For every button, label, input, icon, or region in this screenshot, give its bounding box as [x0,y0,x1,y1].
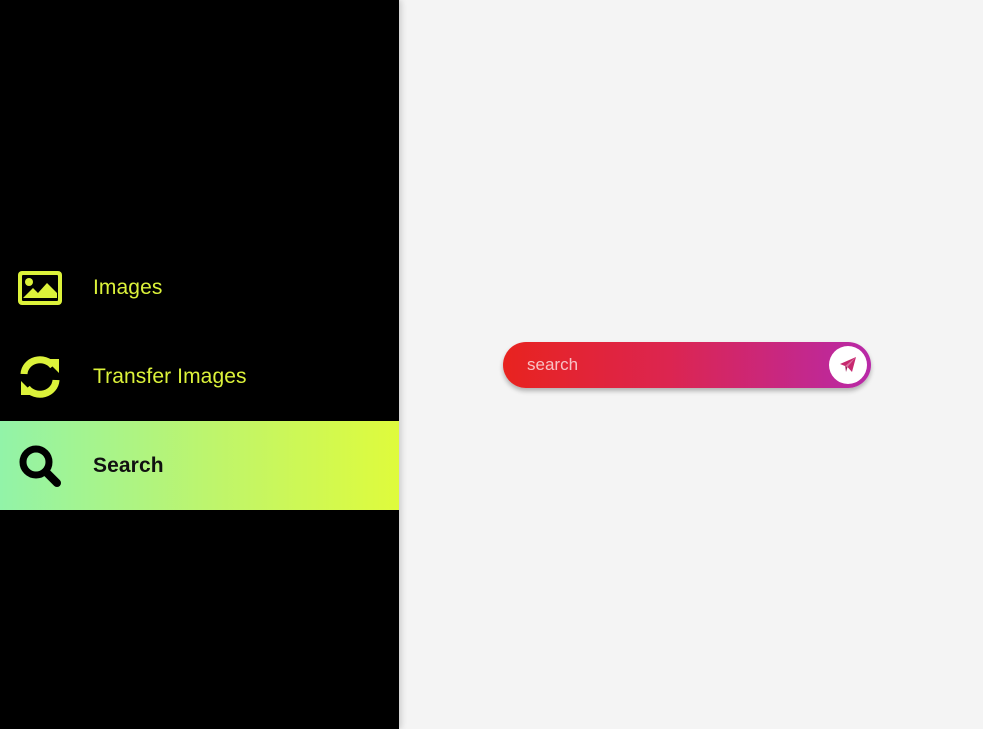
refresh-icon [18,355,62,399]
sidebar-item-label: Images [93,275,163,299]
sidebar-item-label: Transfer Images [93,364,247,388]
search-icon [18,444,62,488]
sidebar-item-label: Search [93,453,164,477]
sidebar-item-images[interactable]: Images [0,243,399,332]
sidebar: Images Transfer Images Search [0,0,399,729]
search-bar [503,342,871,388]
search-submit-button[interactable] [829,346,867,384]
sidebar-item-search[interactable]: Search [0,421,399,510]
sidebar-item-transfer-images[interactable]: Transfer Images [0,332,399,421]
search-input[interactable] [527,342,817,388]
image-icon [18,266,62,310]
paper-plane-icon [839,356,857,374]
sidebar-nav: Images Transfer Images Search [0,243,399,510]
